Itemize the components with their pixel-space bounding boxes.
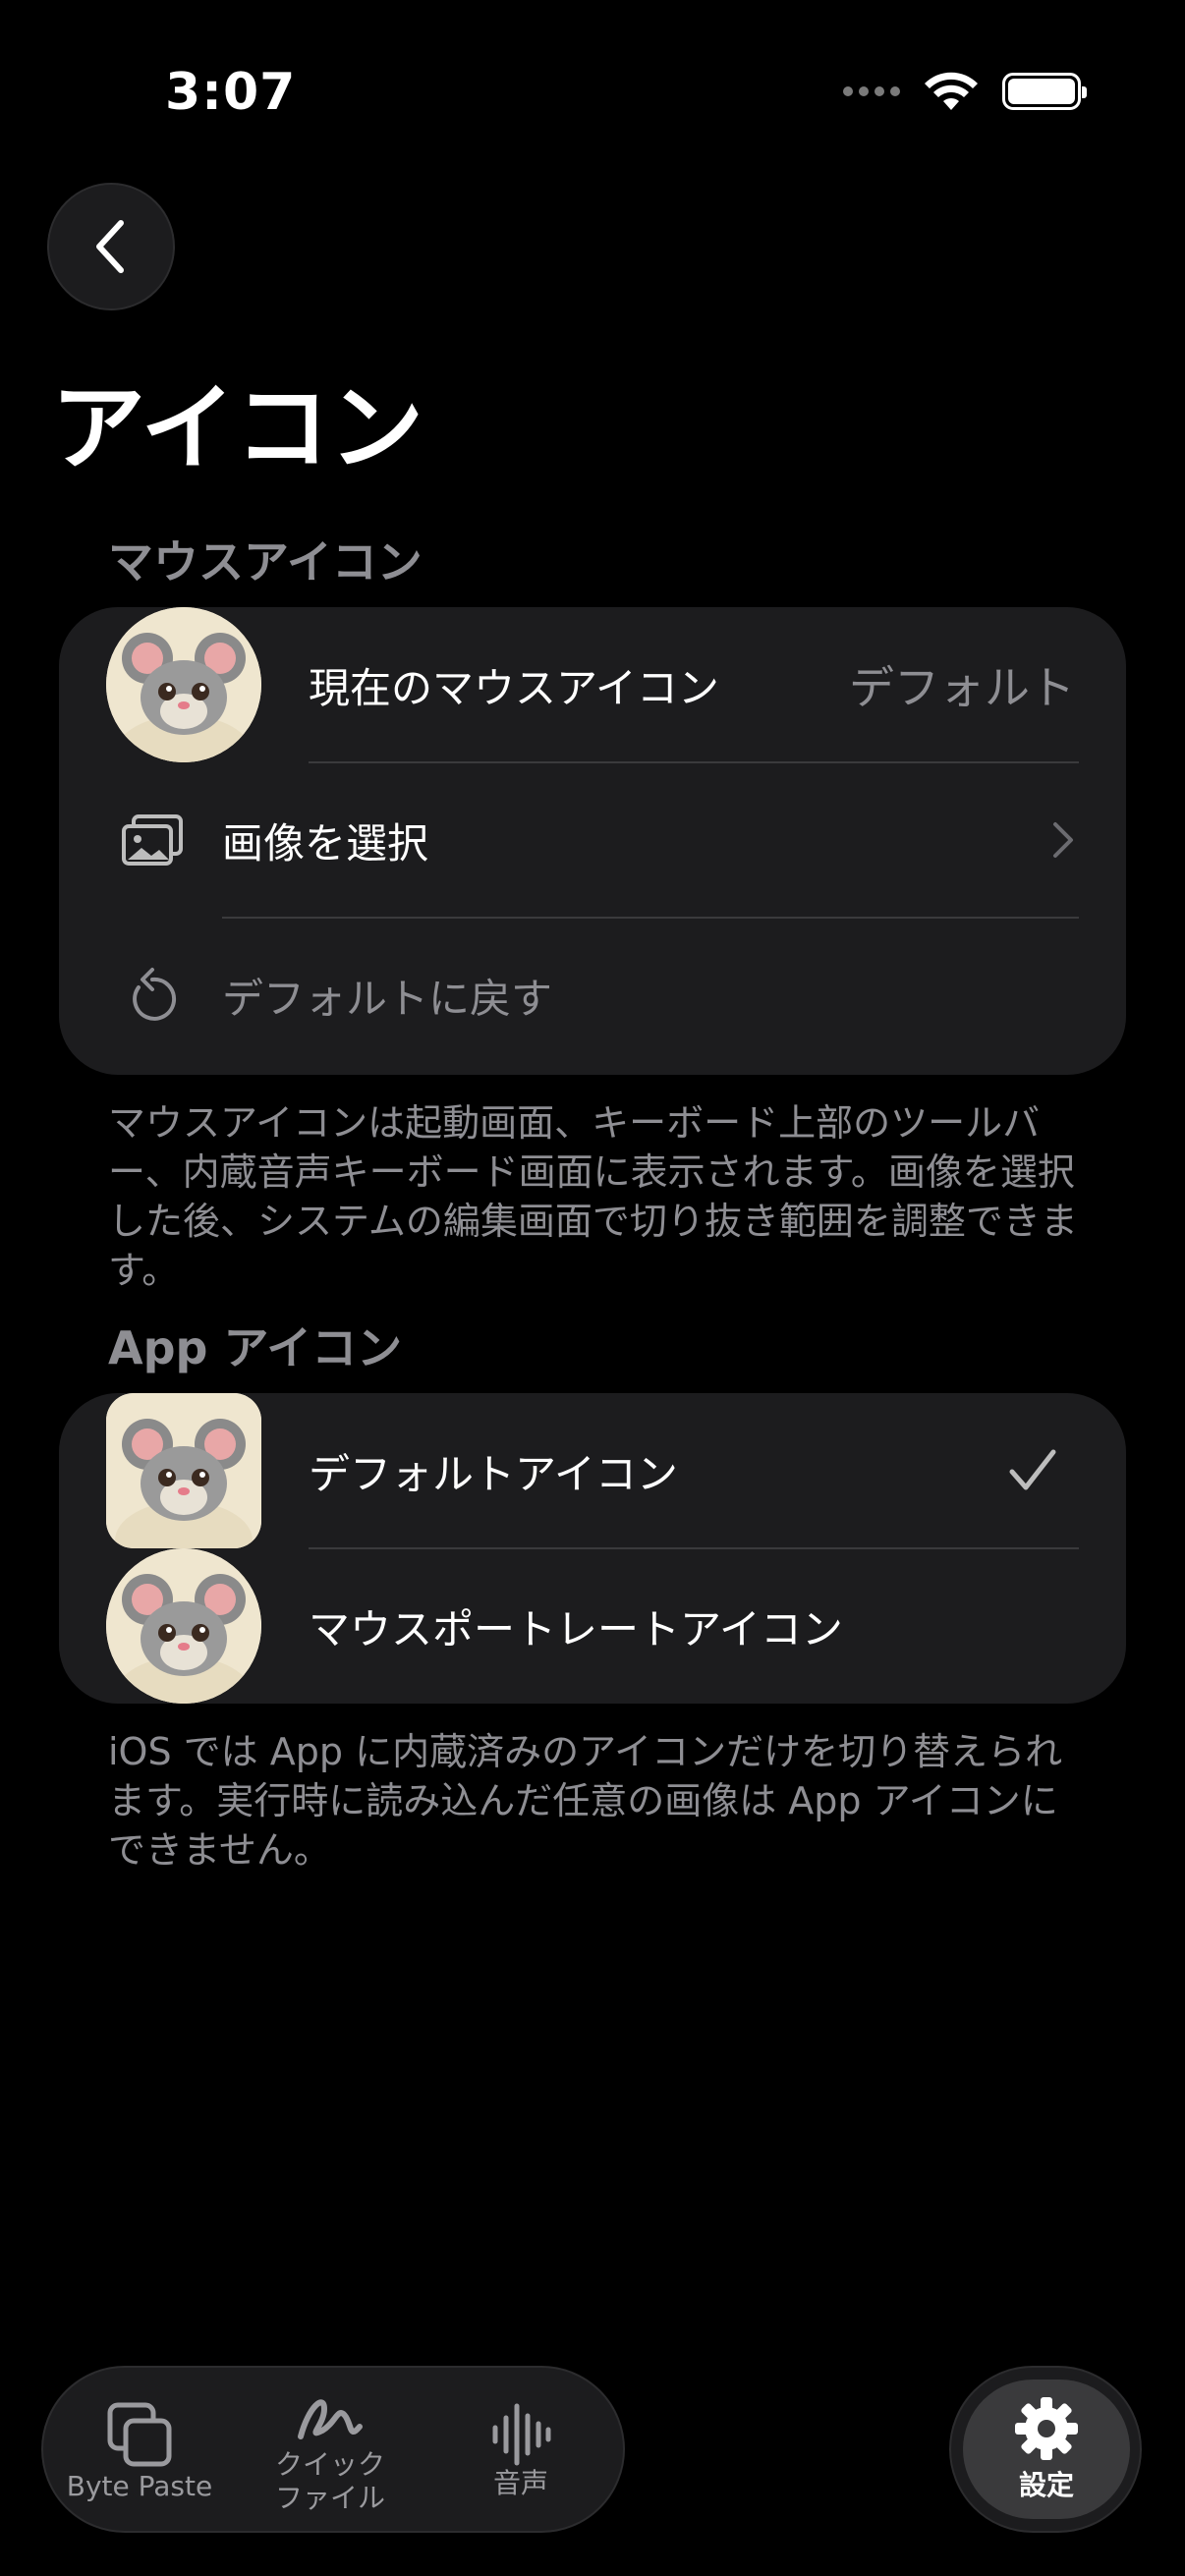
app-icon-card: デフォルトアイコン マウスポートレートアイコン xyxy=(59,1393,1126,1704)
photo-icon xyxy=(108,796,197,884)
default-app-icon-label: デフォルトアイコン xyxy=(309,1449,678,1498)
status-time: 3:07 xyxy=(165,63,297,122)
page-title: アイコン xyxy=(51,373,424,483)
tab-voice[interactable]: 音声 xyxy=(442,2368,599,2535)
reset-arrow-icon xyxy=(108,951,197,1039)
app-section-header: App アイコン xyxy=(108,1321,403,1374)
mouse-illustration-icon xyxy=(106,1548,261,1704)
mouse-section-footnote: マウスアイコンは起動画面、キーボード上部のツールバー、内蔵音声キーボード画面に表… xyxy=(108,1101,1078,1292)
back-button[interactable] xyxy=(47,183,175,310)
app-icon-option-portrait[interactable]: マウスポートレートアイコン xyxy=(59,1548,1126,1704)
app-icon-option-default[interactable]: デフォルトアイコン xyxy=(59,1393,1126,1548)
scribble-icon xyxy=(298,2399,363,2439)
status-indicators xyxy=(843,71,1087,112)
tab-settings-selected[interactable]: 設定 xyxy=(963,2380,1130,2519)
mouse-illustration-icon xyxy=(106,1393,261,1548)
reset-default-row[interactable]: デフォルトに戻す xyxy=(59,918,1126,1073)
tab-settings[interactable]: 設定 xyxy=(949,2366,1142,2533)
mouse-avatar xyxy=(106,607,261,762)
chevron-right-icon xyxy=(1053,822,1073,858)
cellular-dots-icon xyxy=(843,86,900,96)
current-mouse-icon-label: 現在のマウスアイコン xyxy=(309,663,719,712)
mouse-section-header: マウスアイコン xyxy=(108,535,423,588)
mouse-icon-card: 現在のマウスアイコン デフォルト 画像を選択 デフォルトに戻す xyxy=(59,607,1126,1075)
mouse-illustration-icon xyxy=(106,607,261,762)
copy-icon xyxy=(107,2402,172,2467)
tab-label: 音声 xyxy=(492,2467,548,2499)
default-app-icon-preview xyxy=(106,1393,261,1548)
tab-label: クイック ファイル xyxy=(274,2448,385,2514)
tab-quick-file[interactable]: クイック ファイル xyxy=(252,2368,409,2535)
current-mouse-icon-row: 現在のマウスアイコン デフォルト xyxy=(59,607,1126,762)
tab-label: Byte Paste xyxy=(66,2470,213,2502)
tab-byte-paste[interactable]: Byte Paste xyxy=(61,2368,218,2535)
checkmark-icon xyxy=(1009,1449,1056,1490)
waveform-icon xyxy=(492,2403,551,2466)
current-mouse-icon-value: デフォルト xyxy=(849,661,1075,714)
tab-bar: Byte Paste クイック ファイル 音声 xyxy=(41,2366,625,2533)
wifi-icon xyxy=(925,72,978,110)
chevron-left-icon xyxy=(96,220,124,273)
gear-icon xyxy=(1015,2397,1078,2460)
portrait-app-icon-label: マウスポートレートアイコン xyxy=(309,1604,843,1653)
tab-label: 設定 xyxy=(1018,2469,1074,2501)
choose-image-label: 画像を選択 xyxy=(222,818,429,868)
app-section-footnote: iOS では App に内蔵済みのアイコンだけを切り替えられます。実行時に読み込… xyxy=(108,1730,1063,1872)
choose-image-row[interactable]: 画像を選択 xyxy=(59,762,1126,918)
battery-icon xyxy=(1002,73,1087,110)
portrait-app-icon-preview xyxy=(106,1548,261,1704)
reset-default-label: デフォルトに戻す xyxy=(222,974,553,1023)
